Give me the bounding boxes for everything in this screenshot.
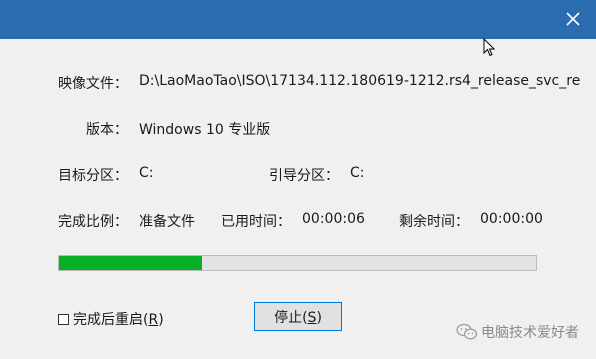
progress-label: 完成比例：	[58, 214, 128, 230]
remaining-time-label: 剩余时间：	[399, 214, 469, 230]
stop-button-label: 停止(S)	[274, 309, 322, 326]
edition-value: Windows 10 专业版	[139, 122, 271, 138]
progress-bar	[58, 255, 537, 271]
close-button[interactable]	[560, 7, 586, 31]
target-partition-value: C:	[139, 165, 154, 181]
restart-after-complete-checkbox[interactable]: 完成后重启(R)	[58, 309, 164, 329]
stop-button[interactable]: 停止(S)	[254, 302, 342, 331]
title-bar[interactable]	[0, 0, 596, 39]
wechat-icon	[456, 323, 478, 340]
watermark-text: 电脑技术爱好者	[481, 325, 579, 341]
checkbox-box[interactable]	[58, 313, 69, 325]
elapsed-time-value: 00:00:06	[302, 211, 365, 227]
installer-window: 映像文件： D:\LaoMaoTao\ISO\17134.112.180619-…	[0, 0, 596, 359]
remaining-time-value: 00:00:00	[480, 211, 543, 227]
mouse-cursor-icon	[483, 38, 496, 57]
close-icon	[566, 12, 580, 26]
restart-checkbox-label: 完成后重启(R)	[73, 312, 164, 328]
watermark: 电脑技术爱好者	[456, 322, 579, 342]
image-file-label: 映像文件：	[58, 76, 128, 92]
image-file-value: D:\LaoMaoTao\ISO\17134.112.180619-1212.r…	[139, 73, 581, 89]
progress-bar-fill	[59, 256, 203, 270]
elapsed-time-label: 已用时间：	[221, 214, 291, 230]
edition-label: 版本：	[86, 122, 128, 138]
target-partition-label: 目标分区：	[58, 168, 128, 184]
boot-partition-value: C:	[350, 165, 365, 181]
boot-partition-label: 引导分区：	[269, 168, 339, 184]
progress-status: 准备文件	[139, 214, 195, 230]
